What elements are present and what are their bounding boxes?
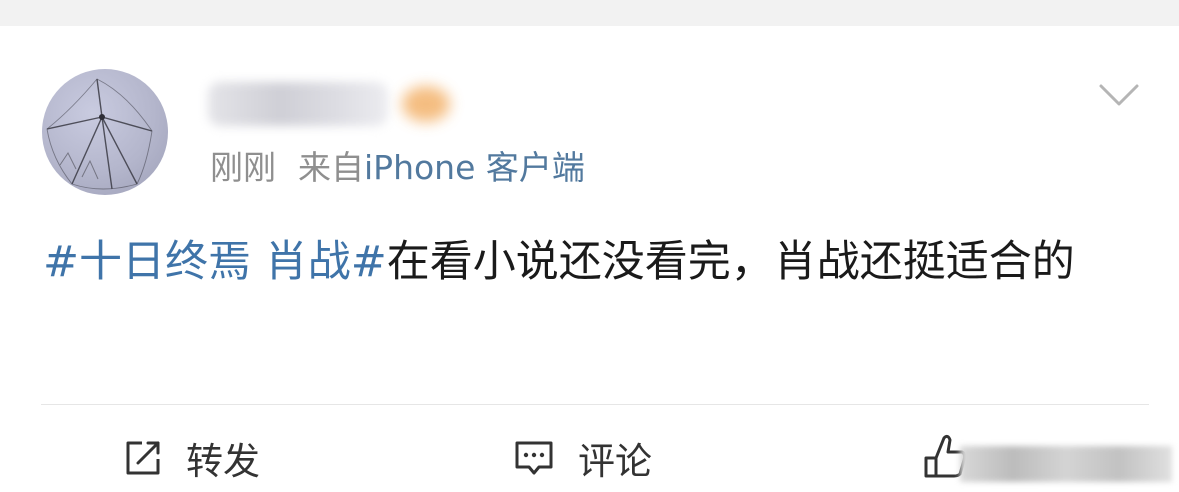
post-body-text: 在看小说还没看完，肖战还挺适合的 [386, 237, 1075, 287]
topic-link[interactable]: #十日终焉 肖战# [43, 237, 387, 287]
repost-button[interactable]: 转发 [122, 430, 260, 486]
comment-icon [515, 441, 553, 475]
post-body: #十日终焉 肖战#在看小说还没看完，肖战还挺适合的 [43, 228, 1143, 297]
repost-icon [126, 441, 160, 475]
source-prefix: 来自 [298, 148, 364, 187]
username-blurred[interactable] [208, 82, 388, 126]
post-meta: 刚刚 来自iPhone 客户端 [210, 146, 585, 190]
comment-label: 评论 [578, 440, 652, 483]
avatar[interactable] [42, 69, 168, 195]
post-timestamp: 刚刚 [210, 148, 276, 187]
source-client-link[interactable]: iPhone 客户端 [364, 148, 585, 187]
chevron-down-icon[interactable] [1098, 82, 1140, 108]
comment-button[interactable]: 评论 [512, 430, 652, 486]
top-separator-band [0, 0, 1179, 26]
user-badge-icon [402, 86, 450, 122]
blurred-like-area [960, 446, 1172, 482]
divider [41, 404, 1149, 405]
repost-label: 转发 [186, 440, 260, 483]
